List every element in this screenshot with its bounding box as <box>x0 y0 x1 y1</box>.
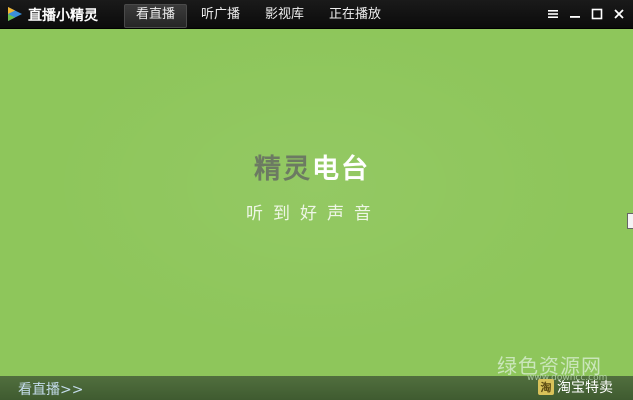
close-icon[interactable] <box>613 8 625 20</box>
app-title: 直播小精灵 <box>28 8 98 24</box>
main-tabs: 看直播 听广播 影视库 正在播放 <box>124 4 395 28</box>
brand-logo-part2: 电台 <box>312 154 370 185</box>
taobao-icon: 淘 <box>538 379 554 395</box>
tab-watch-live[interactable]: 看直播 <box>124 4 188 28</box>
window-controls <box>537 8 625 20</box>
taobao-sale-button[interactable]: 淘 淘宝特卖 <box>538 377 613 397</box>
tab-video-library[interactable]: 影视库 <box>254 4 315 26</box>
app-logo-icon <box>8 7 22 21</box>
slogan: 听到好声音 <box>246 204 381 224</box>
title-bar: 直播小精灵 看直播 听广播 影视库 正在播放 <box>0 0 633 29</box>
brand-logo: 精灵电台 <box>254 147 370 186</box>
menu-icon[interactable] <box>547 8 559 20</box>
taobao-sale-label: 淘宝特卖 <box>557 380 613 396</box>
sidebar-toggle-handle[interactable] <box>627 213 633 229</box>
tab-radio[interactable]: 听广播 <box>190 4 251 26</box>
minimize-icon[interactable] <box>569 8 581 20</box>
brand-logo-part1: 精灵 <box>254 154 312 185</box>
maximize-icon[interactable] <box>591 8 603 20</box>
watch-live-link[interactable]: 看直播>> <box>18 379 83 399</box>
tab-now-playing[interactable]: 正在播放 <box>318 4 392 26</box>
